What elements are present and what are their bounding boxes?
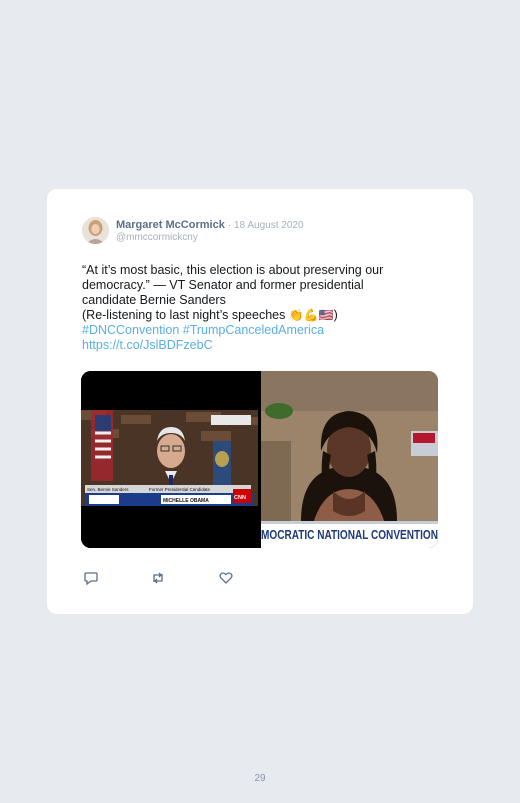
tweet-text-line: “At it’s most basic, this election is ab… xyxy=(82,263,384,277)
tweet-text-line: democracy.” — VT Senator and former pres… xyxy=(82,278,364,292)
emoji-group: 👏💪🇺🇸 xyxy=(288,308,334,322)
avatar-image xyxy=(82,217,109,244)
tweet-url-link[interactable]: https://t.co/JslBDFzebC xyxy=(82,338,213,352)
url-line: https://t.co/JslBDFzebC xyxy=(82,338,427,353)
tweet-date[interactable]: · 18 August 2020 xyxy=(228,220,304,231)
media-image-michelle[interactable]: MOCRATIC NATIONAL CONVENTION xyxy=(261,371,438,548)
retweet-icon[interactable] xyxy=(150,570,166,586)
media-image-bernie[interactable]: Sen. Bernie Sanders Former Presidential … xyxy=(81,371,258,548)
video-still-left: Sen. Bernie Sanders Former Presidential … xyxy=(81,371,258,548)
tweet-text-line: candidate Bernie Sanders xyxy=(82,293,226,307)
author-name[interactable]: Margaret McCormick xyxy=(116,219,225,231)
convention-banner: MOCRATIC NATIONAL CONVENTION xyxy=(261,528,438,542)
hashtag-link[interactable]: #DNCConvention xyxy=(82,323,179,337)
hashtags-line: #DNCConvention #TrumpCanceledAmerica xyxy=(82,323,427,338)
author-handle[interactable]: @mmccormickcny xyxy=(116,232,198,243)
network-logo: CNN xyxy=(234,495,246,501)
tweet-text-segment: (Re-listening to last night’s speeches xyxy=(82,308,289,322)
author-line: Margaret McCormick · 18 August 2020 xyxy=(116,219,304,231)
hashtag-link[interactable]: #TrumpCanceledAmerica xyxy=(183,323,324,337)
lower-third-caption: Sen. Bernie Sanders xyxy=(87,487,129,492)
tweet-card: Margaret McCormick · 18 August 2020 @mmc… xyxy=(47,189,473,614)
reply-icon[interactable] xyxy=(83,570,99,586)
video-still-right: MOCRATIC NATIONAL CONVENTION xyxy=(261,371,438,548)
name-tag-text: MICHELLE OBAMA xyxy=(163,498,209,504)
tweet-text-line: (Re-listening to last night’s speeches 👏… xyxy=(82,308,427,323)
media-grid[interactable]: Sen. Bernie Sanders Former Presidential … xyxy=(81,371,438,548)
heart-icon[interactable] xyxy=(218,570,234,586)
lower-third-subcaption: Former Presidential Candidate xyxy=(149,487,211,492)
avatar[interactable] xyxy=(82,217,109,244)
page-number: 29 xyxy=(254,773,266,784)
tweet-text-segment: ) xyxy=(333,308,338,322)
tweet-text: “At it’s most basic, this election is ab… xyxy=(82,263,427,353)
